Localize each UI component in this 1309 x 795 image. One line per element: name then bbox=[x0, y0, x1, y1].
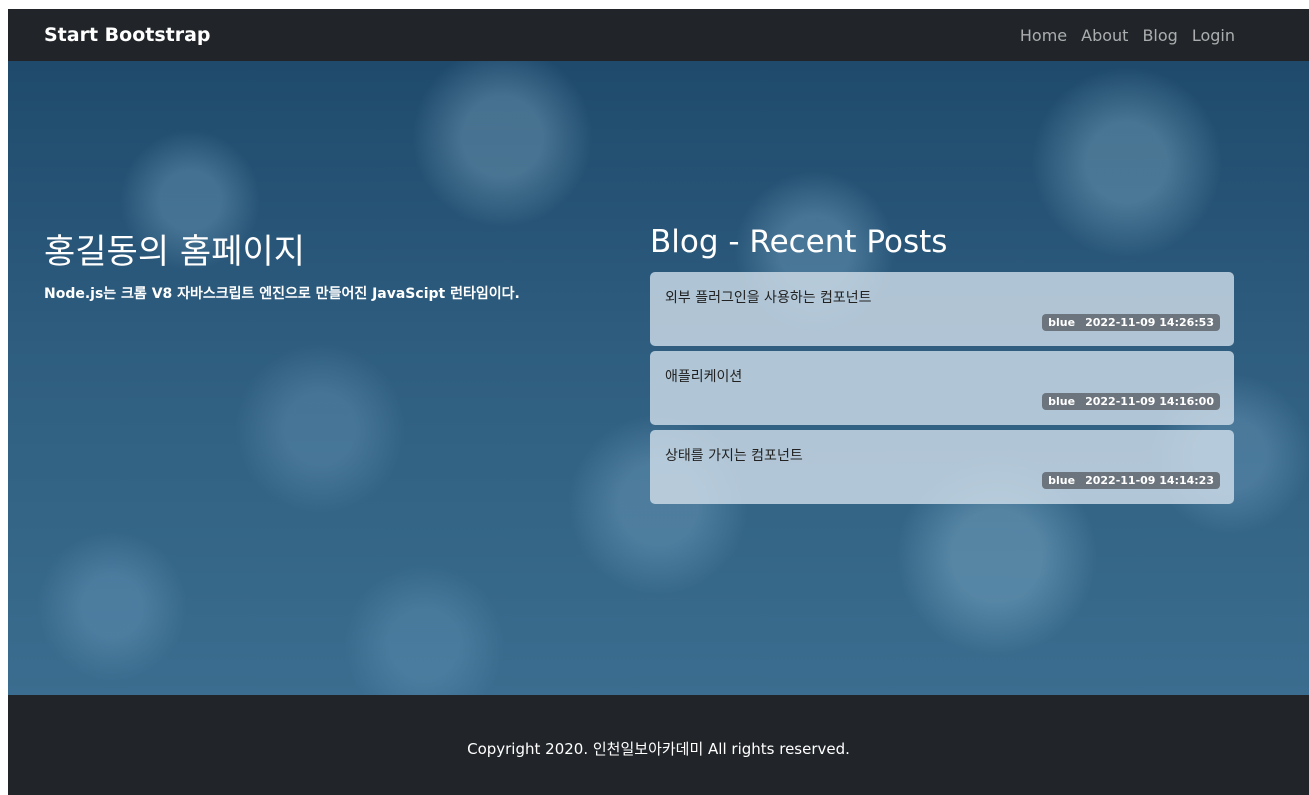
post-date: 2022-11-09 14:26:53 bbox=[1085, 316, 1214, 329]
post-author: blue bbox=[1048, 395, 1076, 408]
recent-posts-list: 외부 플러그인을 사용하는 컴포넌트 blue 2022-11-09 14:26… bbox=[650, 272, 1234, 509]
post-meta-badge: blue 2022-11-09 14:26:53 bbox=[1042, 314, 1220, 331]
nav-home-link[interactable]: Home bbox=[1020, 26, 1067, 45]
page-footer: Copyright 2020. 인천일보아카데미 All rights rese… bbox=[8, 695, 1309, 795]
post-author: blue bbox=[1048, 474, 1076, 487]
post-card[interactable]: 애플리케이션 blue 2022-11-09 14:16:00 bbox=[650, 351, 1234, 425]
post-meta-badge: blue 2022-11-09 14:14:23 bbox=[1042, 472, 1220, 489]
post-meta-badge: blue 2022-11-09 14:16:00 bbox=[1042, 393, 1220, 410]
nav-login-link[interactable]: Login bbox=[1192, 26, 1235, 45]
hero-section: 홍길동의 홈페이지 Node.js는 크롬 V8 자바스크립트 엔진으로 만들어… bbox=[8, 61, 1309, 695]
nav-links: Home About Blog Login bbox=[1020, 26, 1235, 45]
post-card[interactable]: 외부 플러그인을 사용하는 컴포넌트 blue 2022-11-09 14:26… bbox=[650, 272, 1234, 346]
recent-posts-heading: Blog - Recent Posts bbox=[650, 224, 948, 260]
post-date: 2022-11-09 14:14:23 bbox=[1085, 474, 1214, 487]
top-navbar: Start Bootstrap Home About Blog Login bbox=[8, 9, 1309, 61]
copyright-text: Copyright 2020. 인천일보아카데미 All rights rese… bbox=[467, 739, 850, 758]
post-author: blue bbox=[1048, 316, 1076, 329]
post-title: 외부 플러그인을 사용하는 컴포넌트 bbox=[665, 290, 872, 306]
post-title: 애플리케이션 bbox=[665, 369, 743, 385]
site-title: 홍길동의 홈페이지 bbox=[44, 232, 306, 272]
nav-about-link[interactable]: About bbox=[1081, 26, 1128, 45]
post-card[interactable]: 상태를 가지는 컴포넌트 blue 2022-11-09 14:14:23 bbox=[650, 430, 1234, 504]
page-frame: Start Bootstrap Home About Blog Login 홍길… bbox=[8, 9, 1309, 795]
post-title: 상태를 가지는 컴포넌트 bbox=[665, 448, 803, 464]
site-description: Node.js는 크롬 V8 자바스크립트 엔진으로 만들어진 JavaScip… bbox=[44, 286, 520, 302]
nav-blog-link[interactable]: Blog bbox=[1142, 26, 1177, 45]
brand-link[interactable]: Start Bootstrap bbox=[44, 24, 211, 46]
post-date: 2022-11-09 14:16:00 bbox=[1085, 395, 1214, 408]
